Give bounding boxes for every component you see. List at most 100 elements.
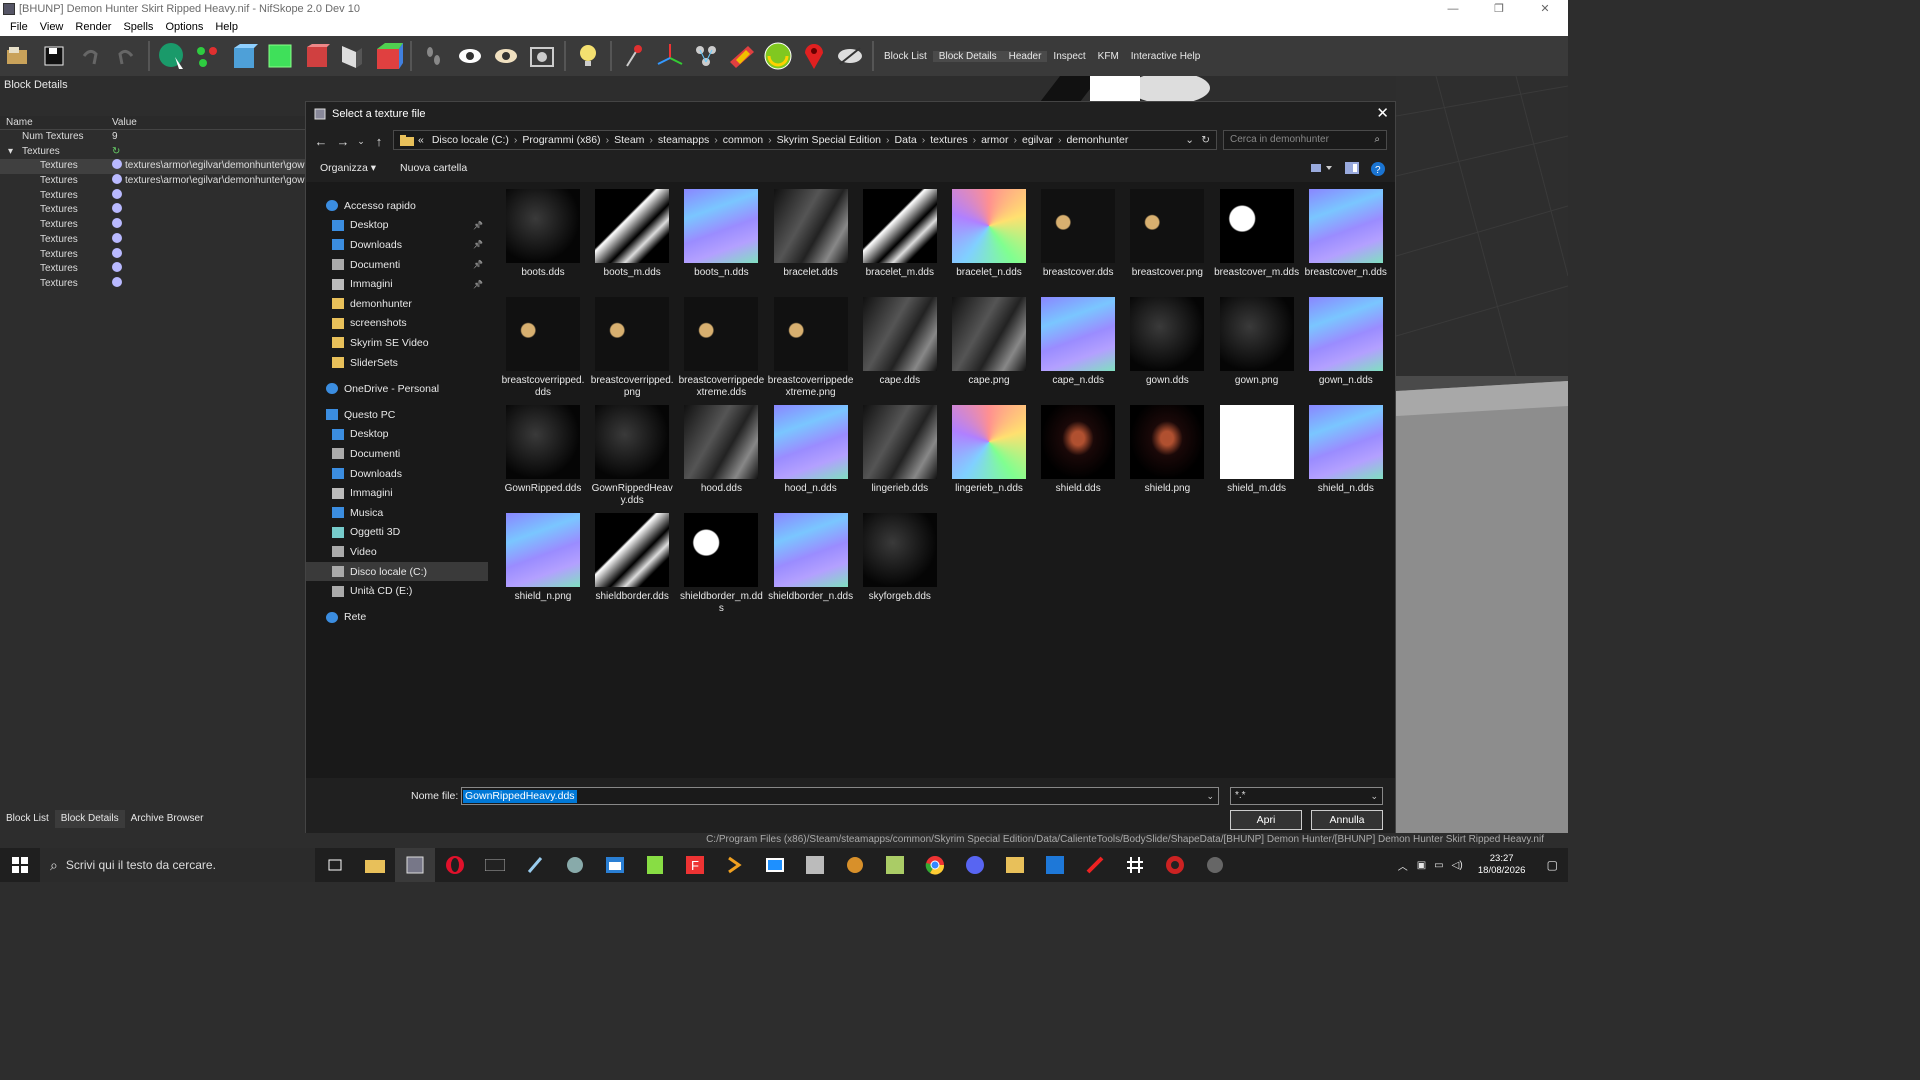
- taskbar-app-19[interactable]: [1075, 848, 1115, 882]
- taskbar-app-22[interactable]: [1195, 848, 1235, 882]
- file-item[interactable]: shieldborder_n.dds: [768, 513, 854, 603]
- volume-icon[interactable]: ◁): [1452, 860, 1463, 871]
- menu-view[interactable]: View: [34, 21, 70, 33]
- notifications-icon[interactable]: ▢: [1547, 858, 1558, 872]
- view-eye-button[interactable]: [455, 41, 485, 71]
- nav-item[interactable]: Downloads: [306, 464, 488, 484]
- breadcrumb-separator-icon[interactable]: ›: [768, 134, 772, 146]
- taskbar-opera[interactable]: [435, 848, 475, 882]
- tree-row[interactable]: Textures: [0, 276, 305, 292]
- cancel-button[interactable]: Annulla: [1311, 810, 1383, 830]
- select-vertex-button[interactable]: [193, 41, 223, 71]
- file-item[interactable]: boots_m.dds: [589, 189, 675, 279]
- load-file-button[interactable]: [3, 41, 33, 71]
- file-item[interactable]: GownRippedHeavy.dds: [589, 405, 675, 507]
- nav-item[interactable]: Documenti 📌: [306, 255, 488, 275]
- breadcrumb-separator-icon[interactable]: ›: [606, 134, 610, 146]
- toolbar-link-block-details[interactable]: Block Details: [932, 50, 1003, 62]
- nav-item[interactable]: Musica: [306, 503, 488, 523]
- file-item[interactable]: cape.dds: [857, 297, 943, 387]
- taskbar-app-9[interactable]: F: [675, 848, 715, 882]
- show-markers-button[interactable]: [799, 41, 829, 71]
- breadcrumb-segment[interactable]: Data: [895, 134, 917, 146]
- file-item[interactable]: shield_n.dds: [1303, 405, 1389, 495]
- refresh-icon[interactable]: ↻: [112, 146, 120, 157]
- nav-item[interactable]: Immagini: [306, 483, 488, 503]
- lighting-button[interactable]: [573, 41, 603, 71]
- tab-archive-browser[interactable]: Archive Browser: [125, 810, 210, 828]
- dialog-close-icon[interactable]: ✕: [1376, 104, 1389, 122]
- task-view-button[interactable]: [315, 848, 355, 882]
- file-item[interactable]: hood_n.dds: [768, 405, 854, 495]
- close-window-button[interactable]: ✕: [1522, 0, 1568, 18]
- maximize-button[interactable]: ❐: [1476, 0, 1522, 18]
- file-item[interactable]: lingerieb_n.dds: [946, 405, 1032, 495]
- file-item[interactable]: breastcover.dds: [1035, 189, 1121, 279]
- tree-row[interactable]: Textures: [0, 188, 305, 204]
- tree-row[interactable]: Textures: [0, 203, 305, 218]
- taskbar-app-11[interactable]: [755, 848, 795, 882]
- breadcrumb-segment[interactable]: steamapps: [658, 134, 709, 146]
- clock[interactable]: 23:27 18/08/2026: [1467, 853, 1537, 877]
- tree-row[interactable]: Num Textures 9: [0, 130, 305, 145]
- tree-row[interactable]: Textures textures\armor\egilvar\demonhunt…: [0, 159, 305, 175]
- view-box-button[interactable]: [229, 41, 259, 71]
- view-eye-alt-button[interactable]: [491, 41, 521, 71]
- walk-mode-button[interactable]: [419, 41, 449, 71]
- taskbar-app-13[interactable]: [835, 848, 875, 882]
- save-file-button[interactable]: [39, 41, 69, 71]
- breadcrumb-separator-icon[interactable]: ›: [886, 134, 890, 146]
- show-nodes-button[interactable]: [691, 41, 721, 71]
- nav-item[interactable]: Unità CD (E:): [306, 581, 488, 601]
- help-icon[interactable]: ?: [1371, 162, 1385, 176]
- taskbar-chrome[interactable]: [915, 848, 955, 882]
- preview-pane-icon[interactable]: [1345, 162, 1359, 174]
- forward-arrow-icon[interactable]: →: [332, 134, 354, 149]
- render-viewport[interactable]: [1395, 75, 1569, 836]
- taskbar-nifskope[interactable]: [395, 848, 435, 882]
- view-cube-button[interactable]: [373, 41, 403, 71]
- undo-button[interactable]: [75, 41, 105, 71]
- toolbar-link-header[interactable]: Header: [1002, 50, 1048, 62]
- nav-item[interactable]: Immagini 📌: [306, 274, 488, 294]
- file-item[interactable]: breastcoverrippedextreme.dds: [678, 297, 764, 399]
- breadcrumb-separator-icon[interactable]: ›: [973, 134, 977, 146]
- file-item[interactable]: breastcoverripped.dds: [500, 297, 586, 399]
- up-arrow-icon[interactable]: ↑: [368, 134, 390, 149]
- show-havok-button[interactable]: [727, 41, 757, 71]
- file-item[interactable]: cape_n.dds: [1035, 297, 1121, 387]
- nav-item[interactable]: Documenti: [306, 444, 488, 464]
- change-view-icon[interactable]: [1311, 162, 1333, 174]
- toolbar-link-block-list[interactable]: Block List: [878, 51, 933, 62]
- expand-arrow-icon[interactable]: ▾: [8, 145, 13, 160]
- taskbar-search[interactable]: ⌕ Scrivi qui il testo da cercare.: [40, 848, 315, 882]
- chevron-down-icon[interactable]: ⌄: [1206, 788, 1214, 805]
- file-item[interactable]: gown_n.dds: [1303, 297, 1389, 387]
- taskbar-app-14[interactable]: [875, 848, 915, 882]
- breadcrumb-separator-icon[interactable]: ›: [922, 134, 926, 146]
- file-item[interactable]: bracelet_n.dds: [946, 189, 1032, 279]
- breadcrumb-separator-icon[interactable]: ›: [714, 134, 718, 146]
- column-value[interactable]: Value: [112, 116, 137, 129]
- tree-row[interactable]: Textures textures\armor\egilvar\demonhunt…: [0, 174, 305, 189]
- tree-row[interactable]: Textures: [0, 247, 305, 263]
- toolbar-link-kfm[interactable]: KFM: [1092, 51, 1125, 62]
- tree-row[interactable]: Textures: [0, 218, 305, 233]
- file-item[interactable]: breastcoverripped.png: [589, 297, 675, 399]
- menu-options[interactable]: Options: [159, 21, 209, 33]
- file-item[interactable]: gown.png: [1214, 297, 1300, 387]
- menu-spells[interactable]: Spells: [117, 21, 159, 33]
- tray-expand-icon[interactable]: ︿: [1398, 858, 1408, 873]
- taskbar-app-20[interactable]: [1115, 848, 1155, 882]
- breadcrumb-segment[interactable]: Disco locale (C:): [432, 134, 509, 146]
- nav-item[interactable]: Accesso rapido: [306, 196, 488, 216]
- taskbar-app-5[interactable]: [515, 848, 555, 882]
- network-icon[interactable]: ▭: [1434, 860, 1443, 871]
- organize-menu-button[interactable]: Organizza ▾: [320, 162, 376, 174]
- nav-item[interactable]: Skyrim SE Video: [306, 333, 488, 353]
- taskbar-app-18[interactable]: [1035, 848, 1075, 882]
- nav-item[interactable]: Questo PC: [306, 405, 488, 425]
- address-dropdown-icon[interactable]: ⌄: [1185, 134, 1194, 146]
- file-item[interactable]: bracelet.dds: [768, 189, 854, 279]
- nav-item[interactable]: Desktop: [306, 425, 488, 445]
